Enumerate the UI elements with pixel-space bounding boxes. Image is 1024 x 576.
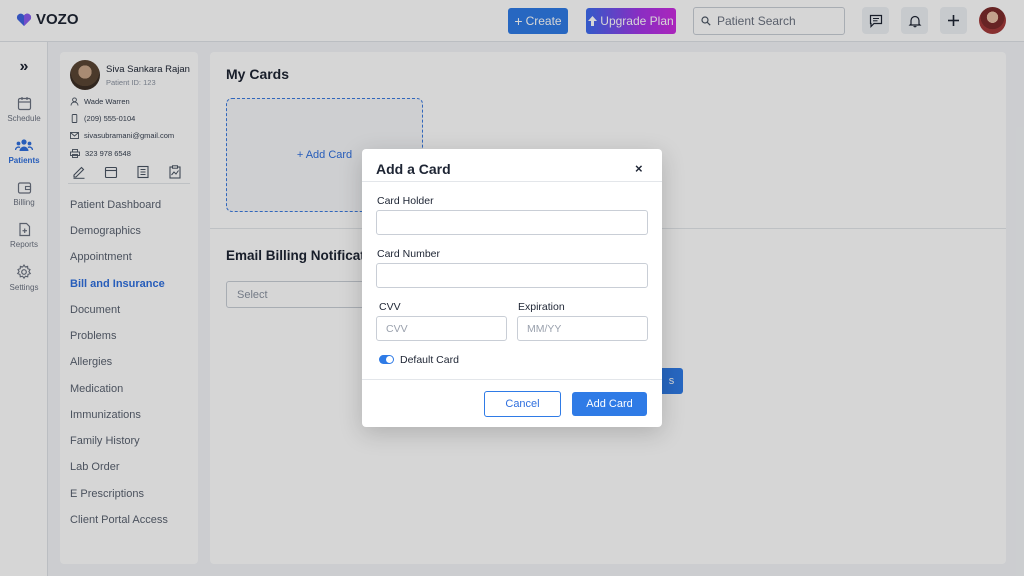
cancel-button[interactable]: Cancel [484,391,561,417]
close-icon[interactable]: × [635,161,643,176]
card-number-input[interactable] [376,263,648,288]
add-card-dialog: Add a Card × Card Holder Card Number CVV… [362,149,662,427]
card-holder-input[interactable] [376,210,648,235]
cvv-label: CVV [379,301,401,313]
expiration-label: Expiration [518,301,565,313]
dialog-footer-divider [362,379,662,380]
add-card-button[interactable]: Add Card [572,392,647,416]
default-card-toggle[interactable] [379,355,394,364]
default-card-label: Default Card [400,354,459,366]
dialog-title: Add a Card [376,161,451,177]
cvv-input[interactable] [376,316,507,341]
expiration-input[interactable] [517,316,648,341]
card-holder-label: Card Holder [377,195,434,207]
card-number-label: Card Number [377,248,441,260]
dialog-header-divider [362,181,662,182]
